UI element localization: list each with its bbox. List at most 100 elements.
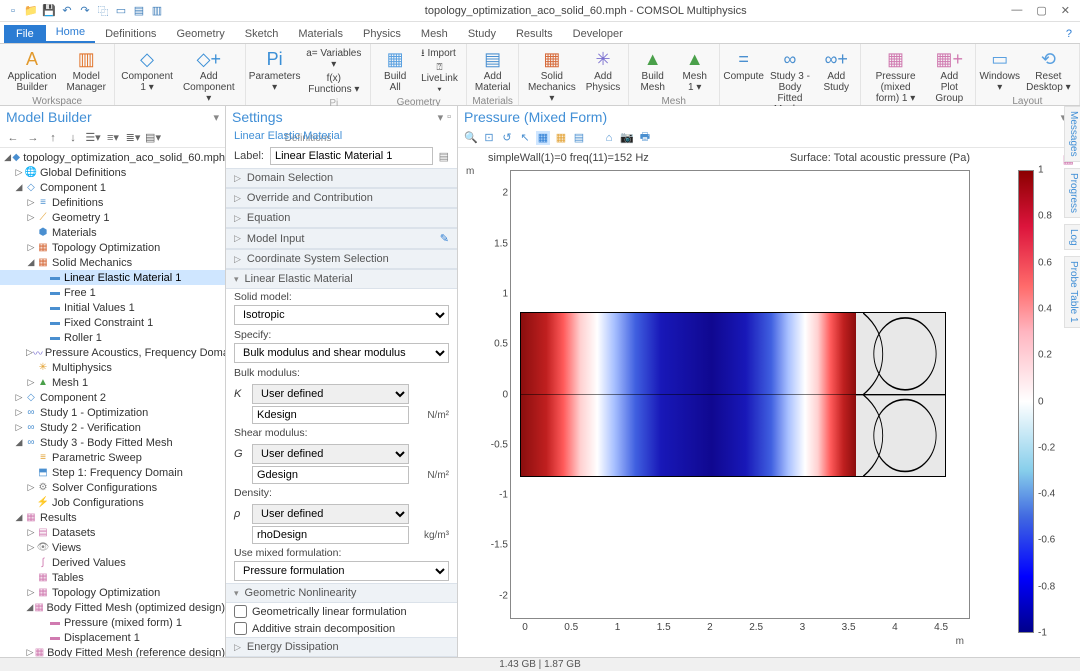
section-equation[interactable]: ▷Equation xyxy=(226,208,457,228)
section-coordinate-system-selection[interactable]: ▷Coordinate System Selection xyxy=(226,249,457,269)
functions-button[interactable]: f(x) Functions ▾ xyxy=(301,71,366,96)
panel-minimize-icon[interactable]: ▾ xyxy=(213,111,219,124)
gt-grid-icon[interactable]: ▤ xyxy=(572,131,586,145)
gt-zoom-icon[interactable]: 🔍 xyxy=(464,131,478,145)
mixed-select[interactable]: Pressure formulation xyxy=(234,561,449,581)
label-edit-icon[interactable]: ▤ xyxy=(439,150,449,163)
tree-node[interactable]: ⬒Step 1: Frequency Domain xyxy=(0,465,225,480)
tree-node[interactable]: ∫Derived Values xyxy=(0,555,225,570)
qat-redo-icon[interactable]: ↷ xyxy=(78,4,92,18)
label-input[interactable] xyxy=(270,147,433,165)
gt-select-icon[interactable]: ↖ xyxy=(518,131,532,145)
right-tab-probe-table-1[interactable]: Probe Table 1 xyxy=(1064,256,1080,328)
tree-node[interactable]: ▬Free 1 xyxy=(0,285,225,300)
file-tab[interactable]: File xyxy=(4,25,46,43)
rho-select[interactable]: User defined xyxy=(252,504,409,524)
g-input[interactable] xyxy=(252,466,409,484)
qat-open-icon[interactable]: 📁 xyxy=(24,4,38,18)
expand-icon[interactable]: ≡▾ xyxy=(106,131,120,145)
gt-zoombox-icon[interactable]: ⊡ xyxy=(482,131,496,145)
minimize-icon[interactable]: — xyxy=(1011,4,1022,17)
add-material-button[interactable]: ▤Add Material xyxy=(471,46,515,95)
down-icon[interactable]: ↓ xyxy=(66,131,80,145)
qat-cut-icon[interactable]: ▤ xyxy=(132,4,146,18)
model-manager-button[interactable]: ▥Model Manager xyxy=(62,46,110,95)
build-all-button[interactable]: ▦Build All xyxy=(375,46,415,95)
tree-node[interactable]: ▷▲Mesh 1 xyxy=(0,375,225,390)
tree-node[interactable]: ◢▦Body Fitted Mesh (optimized design) xyxy=(0,600,225,615)
tab-materials[interactable]: Materials xyxy=(288,25,353,43)
tree-node[interactable]: ◢◇Component 1 xyxy=(0,180,225,195)
add-component-button[interactable]: ◇+Add Component ▾ xyxy=(177,46,241,106)
section-energy-dissipation[interactable]: ▷Energy Dissipation xyxy=(226,637,457,657)
livelink-button[interactable]: ⍰ LiveLink ▾ xyxy=(417,60,462,96)
tree-node[interactable]: ▦Tables xyxy=(0,570,225,585)
tree-node[interactable]: ▷▦Topology Optimization xyxy=(0,240,225,255)
tree-node[interactable]: ⬢Materials xyxy=(0,225,225,240)
tree-node[interactable]: ◢▦Results xyxy=(0,510,225,525)
qat-copy-icon[interactable]: ⿻ xyxy=(96,4,110,18)
tree-node[interactable]: ⚡Job Configurations xyxy=(0,495,225,510)
tree-node[interactable]: ▷⚙Solver Configurations xyxy=(0,480,225,495)
k-input[interactable] xyxy=(252,406,409,424)
mesh1-button[interactable]: ▲Mesh 1 ▾ xyxy=(675,46,715,95)
qat-undo-icon[interactable]: ↶ xyxy=(60,4,74,18)
qat-paste-icon[interactable]: ▭ xyxy=(114,4,128,18)
graphics-body[interactable]: simpleWall(1)=0 freq(11)=152 Hz Surface:… xyxy=(458,148,1080,657)
tree-node[interactable]: ▷≡Definitions xyxy=(0,195,225,210)
right-tab-log[interactable]: Log xyxy=(1064,224,1080,251)
gt-box-icon[interactable]: ▦ xyxy=(536,131,550,145)
up-icon[interactable]: ↑ xyxy=(46,131,60,145)
tab-geometry[interactable]: Geometry xyxy=(166,25,234,43)
compute-button[interactable]: =Compute xyxy=(724,46,764,84)
right-tab-progress[interactable]: Progress xyxy=(1064,168,1080,218)
component-button[interactable]: ◇Component 1 ▾ xyxy=(119,46,174,95)
maximize-icon[interactable]: ▢ xyxy=(1036,4,1046,17)
qat-save-icon[interactable]: 💾 xyxy=(42,4,56,18)
tree-node[interactable]: ▬Pressure (mixed form) 1 xyxy=(0,615,225,630)
section-override-and-contribution[interactable]: ▷Override and Contribution xyxy=(226,188,457,208)
reset-button[interactable]: ⟲Reset Desktop ▾ xyxy=(1022,46,1075,95)
qat-find-icon[interactable]: ▥ xyxy=(150,4,164,18)
gt-print-icon[interactable]: 🖶 xyxy=(638,131,652,145)
add-physics-button[interactable]: ✳Add Physics xyxy=(582,46,623,95)
tree-node[interactable]: ▬Fixed Constraint 1 xyxy=(0,315,225,330)
tree-node[interactable]: ▷〰Pressure Acoustics, Frequency Domain xyxy=(0,345,225,360)
tree-node[interactable]: ▷▦Topology Optimization xyxy=(0,585,225,600)
specify-select[interactable]: Bulk modulus and shear modulus xyxy=(234,343,449,363)
tree-node[interactable]: ▷▤Datasets xyxy=(0,525,225,540)
tree-node[interactable]: ✳Multiphysics xyxy=(0,360,225,375)
tab-study[interactable]: Study xyxy=(458,25,506,43)
tab-sketch[interactable]: Sketch xyxy=(235,25,289,43)
chk-geo-linear[interactable] xyxy=(234,605,247,618)
tree-node[interactable]: ▷👁Views xyxy=(0,540,225,555)
tab-physics[interactable]: Physics xyxy=(353,25,411,43)
model-tree[interactable]: ◢◆ topology_optimization_aco_solid_60.mp… xyxy=(0,148,225,657)
collapse-icon[interactable]: ☰▾ xyxy=(86,131,100,145)
tree-node[interactable]: ▷∞Study 1 - Optimization xyxy=(0,405,225,420)
tree-node[interactable]: ≡Parametric Sweep xyxy=(0,450,225,465)
forward-icon[interactable]: → xyxy=(26,131,40,145)
tree-node[interactable]: ◢∞Study 3 - Body Fitted Mesh xyxy=(0,435,225,450)
tree-node[interactable]: ◢▦Solid Mechanics xyxy=(0,255,225,270)
tree-node[interactable]: ▷◇Component 2 xyxy=(0,390,225,405)
back-icon[interactable]: ← xyxy=(6,131,20,145)
add-study-button[interactable]: ∞+Add Study xyxy=(816,46,856,95)
windows-button[interactable]: ▭Windows ▾ xyxy=(980,46,1020,95)
build-mesh-button[interactable]: ▲Build Mesh xyxy=(633,46,673,95)
tab-definitions[interactable]: Definitions xyxy=(95,25,166,43)
gt-view-icon[interactable]: ▦ xyxy=(554,131,568,145)
tab-home[interactable]: Home xyxy=(46,23,95,43)
tab-developer[interactable]: Developer xyxy=(563,25,633,43)
app-builder-button[interactable]: AApplication Builder xyxy=(4,46,60,95)
section-geo-nl[interactable]: ▾Geometric Nonlinearity xyxy=(226,583,457,603)
section-model-input[interactable]: ▷Model Input✎ xyxy=(226,228,457,249)
tree-node[interactable]: ▬Roller 1 xyxy=(0,330,225,345)
tree-root[interactable]: ◢◆ topology_optimization_aco_solid_60.mp… xyxy=(0,150,225,165)
tab-mesh[interactable]: Mesh xyxy=(411,25,458,43)
help-icon[interactable]: ? xyxy=(1058,25,1080,43)
solid-model-select[interactable]: Isotropic xyxy=(234,305,449,325)
section-domain-selection[interactable]: ▷Domain Selection xyxy=(226,168,457,188)
parameters-button[interactable]: PiParameters ▾ xyxy=(250,46,300,95)
rho-input[interactable] xyxy=(252,526,409,544)
